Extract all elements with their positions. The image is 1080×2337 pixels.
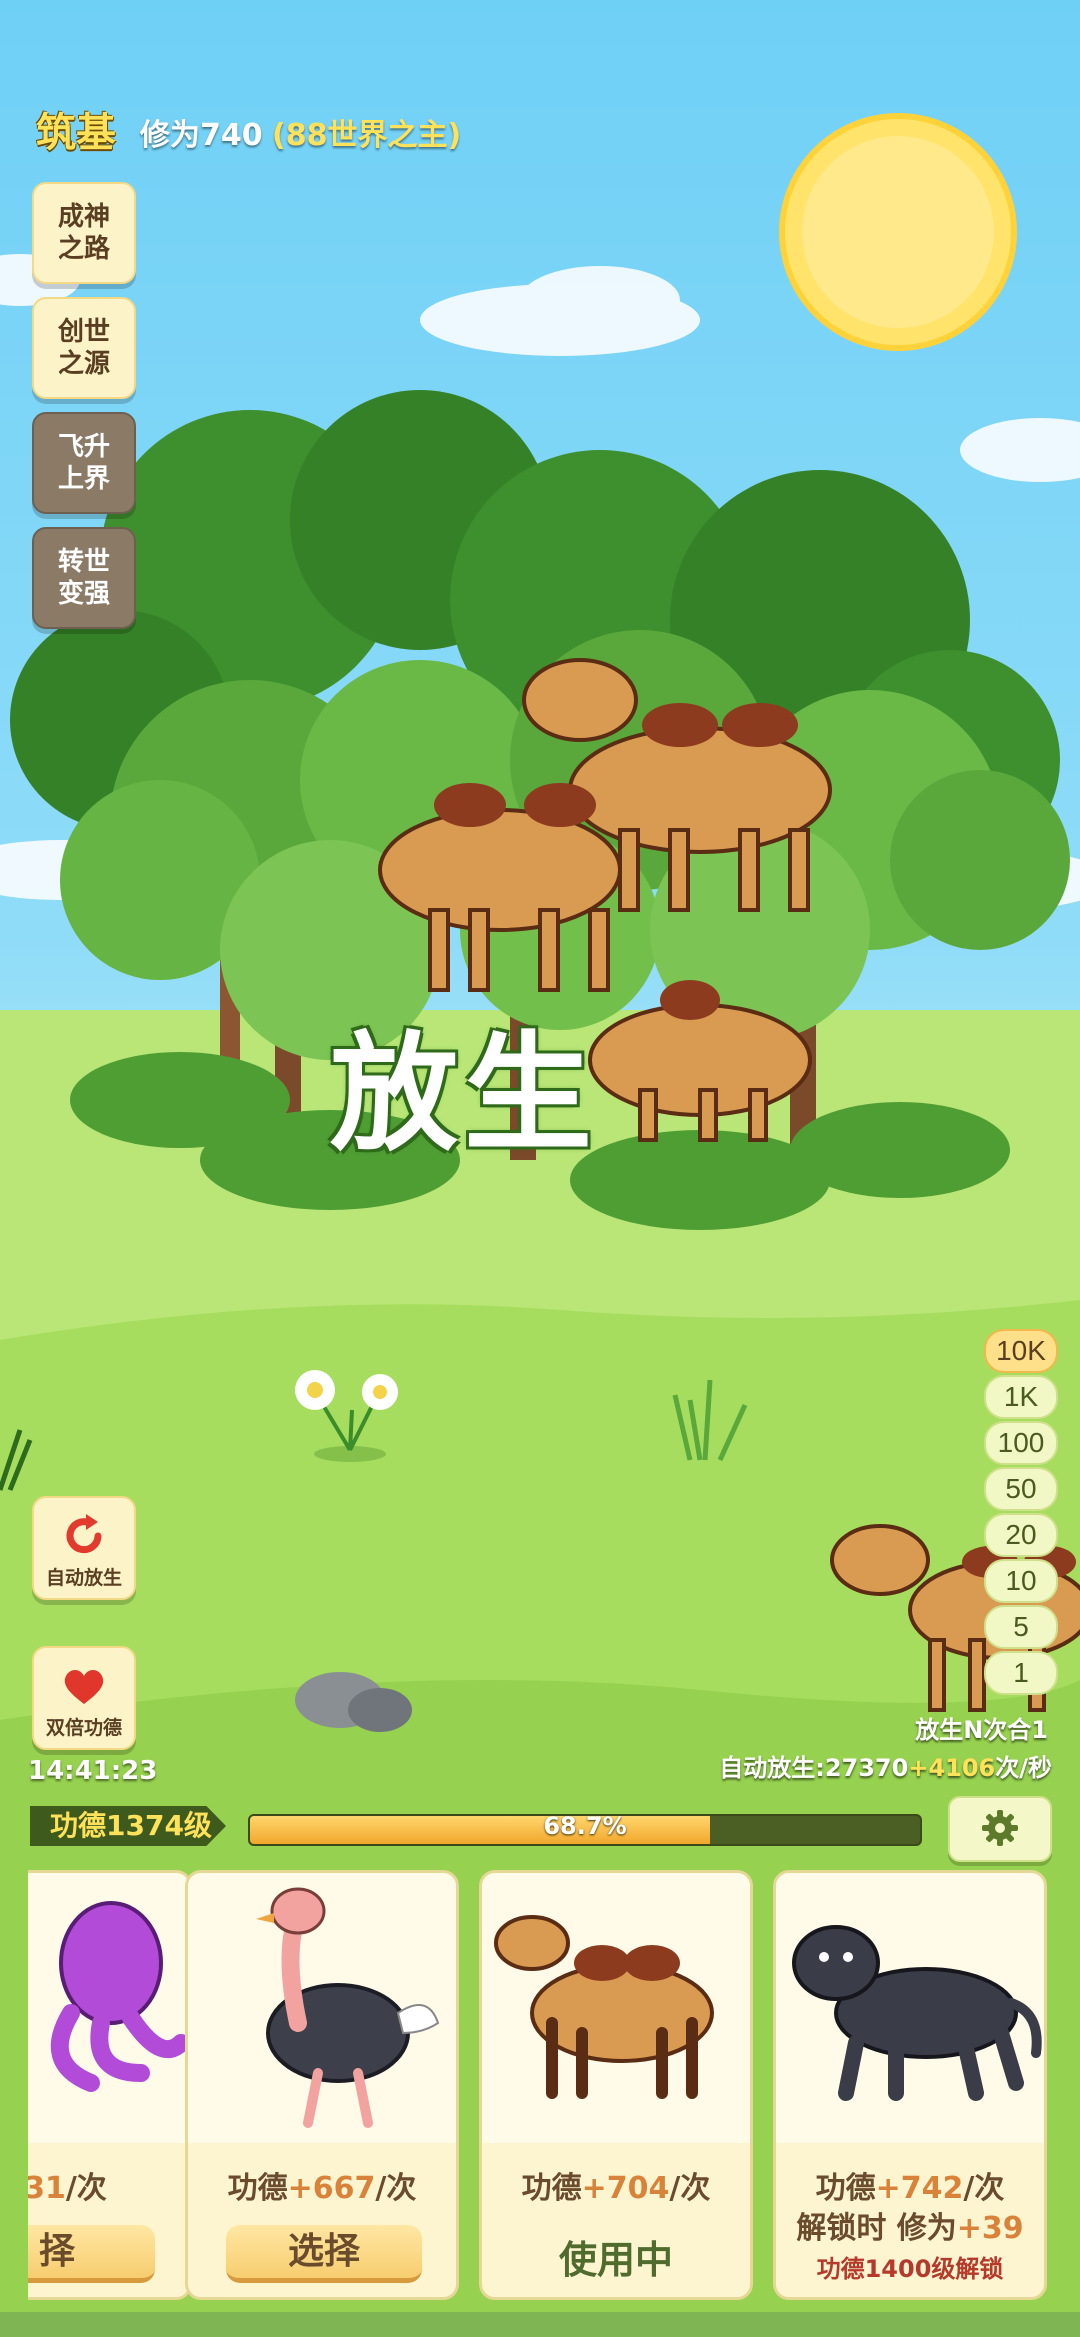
- multiplier-20[interactable]: 20: [984, 1513, 1058, 1557]
- multiplier-1k[interactable]: 1K: [984, 1375, 1058, 1419]
- clock: 14:41:23: [28, 1756, 158, 1786]
- release-mode-text: 放生N次合1: [915, 1716, 1048, 1744]
- octopus-merit-suffix: /次: [65, 2171, 107, 2206]
- auto-release-rate: 自动放生:27370+4106次/秒: [719, 1748, 1052, 1783]
- merit-progress-bar: 68.7%: [248, 1814, 922, 1846]
- realm-title: 筑基: [36, 110, 116, 156]
- double-merit-label: 双倍功德: [45, 1717, 122, 1739]
- animal-card-octopus[interactable]: 631/次 择: [28, 1870, 192, 2300]
- ostrich-merit-value: +667: [287, 2171, 376, 2206]
- multiplier-1[interactable]: 1: [984, 1651, 1058, 1695]
- ostrich-merit: 功德+667/次: [188, 2163, 456, 2207]
- animal-card-camel[interactable]: 功德+704/次 使用中: [479, 1870, 753, 2300]
- ostrich-merit-prefix: 功德: [227, 2171, 288, 2206]
- panther-merit-suffix: /次: [963, 2171, 1005, 2206]
- world-rank: (88世界之主): [272, 118, 462, 153]
- multiplier-10k[interactable]: 10K: [984, 1329, 1058, 1373]
- panther-merit: 功德+742/次: [776, 2163, 1044, 2207]
- animal-card-ostrich[interactable]: 功德+667/次 选择: [185, 1870, 459, 2300]
- auto-rate-prefix: 自动放生:27370: [719, 1754, 909, 1782]
- auto-release-label: 自动放生: [45, 1567, 122, 1589]
- animal-card-panther[interactable]: 功德+742/次 解锁时 修为+39 功德1400级解锁: [773, 1870, 1047, 2300]
- multiplier-5[interactable]: 5: [984, 1605, 1058, 1649]
- origin-of-creation-button[interactable]: 创世 之源: [32, 297, 136, 399]
- auto-rate-bonus: +4106: [908, 1754, 996, 1782]
- merit-level: 功德1374级: [30, 1806, 226, 1846]
- panther-unlock-value: +39: [956, 2211, 1024, 2246]
- octopus-merit: 631/次: [28, 2163, 189, 2207]
- release-button-text[interactable]: 放生: [330, 990, 598, 1175]
- auto-release-button[interactable]: 自动放生: [32, 1496, 136, 1600]
- reincarnate-label-1: 转世: [57, 547, 110, 577]
- ascend-label-2: 上界: [57, 464, 110, 494]
- bottom-strip: [0, 2312, 1080, 2337]
- ascend-button[interactable]: 飞升 上界: [32, 412, 136, 514]
- ostrich-image: [188, 1873, 456, 2143]
- cultivation-value: 修为740: [140, 118, 263, 153]
- animal-card-list[interactable]: 631/次 择 功德+667/次 选择: [28, 1870, 1080, 2310]
- camel-image: [482, 1873, 750, 2143]
- camel-merit: 功德+704/次: [482, 2163, 750, 2207]
- camel-merit-suffix: /次: [669, 2171, 711, 2206]
- heart-icon: [64, 1670, 104, 1704]
- auto-rate-suffix: 次/秒: [995, 1754, 1052, 1782]
- path-to-godhood-label-2: 之路: [57, 234, 110, 264]
- panther-merit-value: +742: [875, 2171, 964, 2206]
- ostrich-select-button[interactable]: 选择: [226, 2225, 422, 2283]
- panther-unlock-requirement: 功德1400级解锁: [816, 2255, 1004, 2283]
- multiplier-100[interactable]: 100: [984, 1421, 1058, 1465]
- panther-unlock-prefix: 解锁时 修为: [796, 2211, 957, 2246]
- gear-icon: [982, 1810, 1018, 1846]
- merit-progress-text: 68.7%: [543, 1814, 627, 1840]
- double-merit-button[interactable]: 双倍功德: [32, 1646, 136, 1750]
- ostrich-merit-suffix: /次: [375, 2171, 417, 2206]
- panther-merit-prefix: 功德: [815, 2171, 876, 2206]
- reincarnate-label-2: 变强: [57, 579, 110, 609]
- octopus-image: [28, 1873, 189, 2143]
- octopus-merit-value: 631: [28, 2171, 66, 2206]
- multiplier-50[interactable]: 50: [984, 1467, 1058, 1511]
- reincarnate-button[interactable]: 转世 变强: [32, 527, 136, 629]
- panther-image: [776, 1873, 1044, 2143]
- ascend-label-1: 飞升: [57, 432, 110, 462]
- camel-in-use-status: 使用中: [558, 2238, 673, 2282]
- origin-of-creation-label-1: 创世: [57, 317, 110, 347]
- camel-merit-prefix: 功德: [521, 2171, 582, 2206]
- multiplier-10[interactable]: 10: [984, 1559, 1058, 1603]
- path-to-godhood-button[interactable]: 成神 之路: [32, 182, 136, 284]
- path-to-godhood-label-1: 成神: [57, 202, 110, 232]
- octopus-select-button[interactable]: 择: [28, 2225, 155, 2283]
- settings-button[interactable]: [948, 1796, 1052, 1862]
- camel-merit-value: +704: [581, 2171, 670, 2206]
- refresh-icon: [66, 1514, 102, 1554]
- panther-unlock-bonus: 解锁时 修为+39: [776, 2203, 1044, 2247]
- origin-of-creation-label-2: 之源: [57, 349, 110, 379]
